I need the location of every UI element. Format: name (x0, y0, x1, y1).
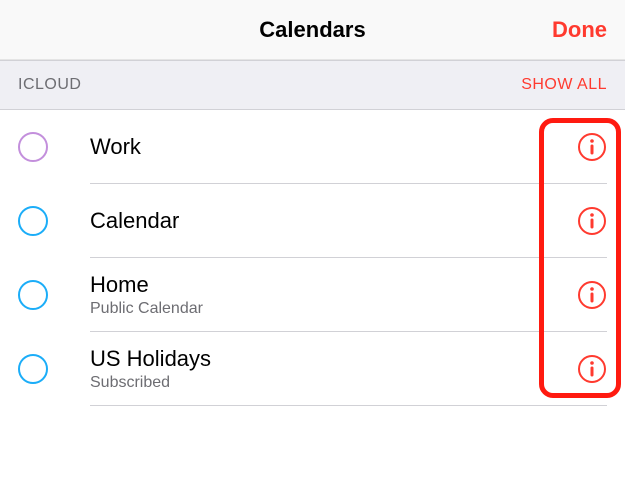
navbar: Calendars Done (0, 0, 625, 60)
calendar-name: Calendar (90, 208, 577, 234)
info-icon[interactable] (577, 132, 607, 162)
info-icon[interactable] (577, 280, 607, 310)
section-header: ICLOUD SHOW ALL (0, 60, 625, 110)
section-title: ICLOUD (18, 76, 81, 94)
calendar-row[interactable]: Home Public Calendar (0, 258, 607, 332)
row-separator (90, 405, 607, 406)
done-button[interactable]: Done (552, 17, 607, 43)
calendar-name: Home (90, 272, 577, 298)
calendar-name: Work (90, 134, 577, 160)
show-all-button[interactable]: SHOW ALL (521, 76, 607, 94)
toggle-radio[interactable] (18, 206, 48, 236)
calendar-row[interactable]: US Holidays Subscribed (0, 332, 607, 406)
info-icon[interactable] (577, 206, 607, 236)
toggle-radio[interactable] (18, 280, 48, 310)
calendar-labels: US Holidays Subscribed (90, 346, 577, 392)
calendar-labels: Work (90, 134, 577, 160)
toggle-radio[interactable] (18, 132, 48, 162)
calendar-row[interactable]: Work (0, 110, 607, 184)
page-title: Calendars (259, 17, 365, 43)
calendar-subtitle: Public Calendar (90, 300, 577, 318)
calendar-subtitle: Subscribed (90, 374, 577, 392)
calendar-name: US Holidays (90, 346, 577, 372)
toggle-radio[interactable] (18, 354, 48, 384)
info-icon[interactable] (577, 354, 607, 384)
calendar-row[interactable]: Calendar (0, 184, 607, 258)
calendar-labels: Home Public Calendar (90, 272, 577, 318)
calendar-labels: Calendar (90, 208, 577, 234)
calendar-list: Work Calendar Home Public Calendar US Ho… (0, 110, 625, 406)
